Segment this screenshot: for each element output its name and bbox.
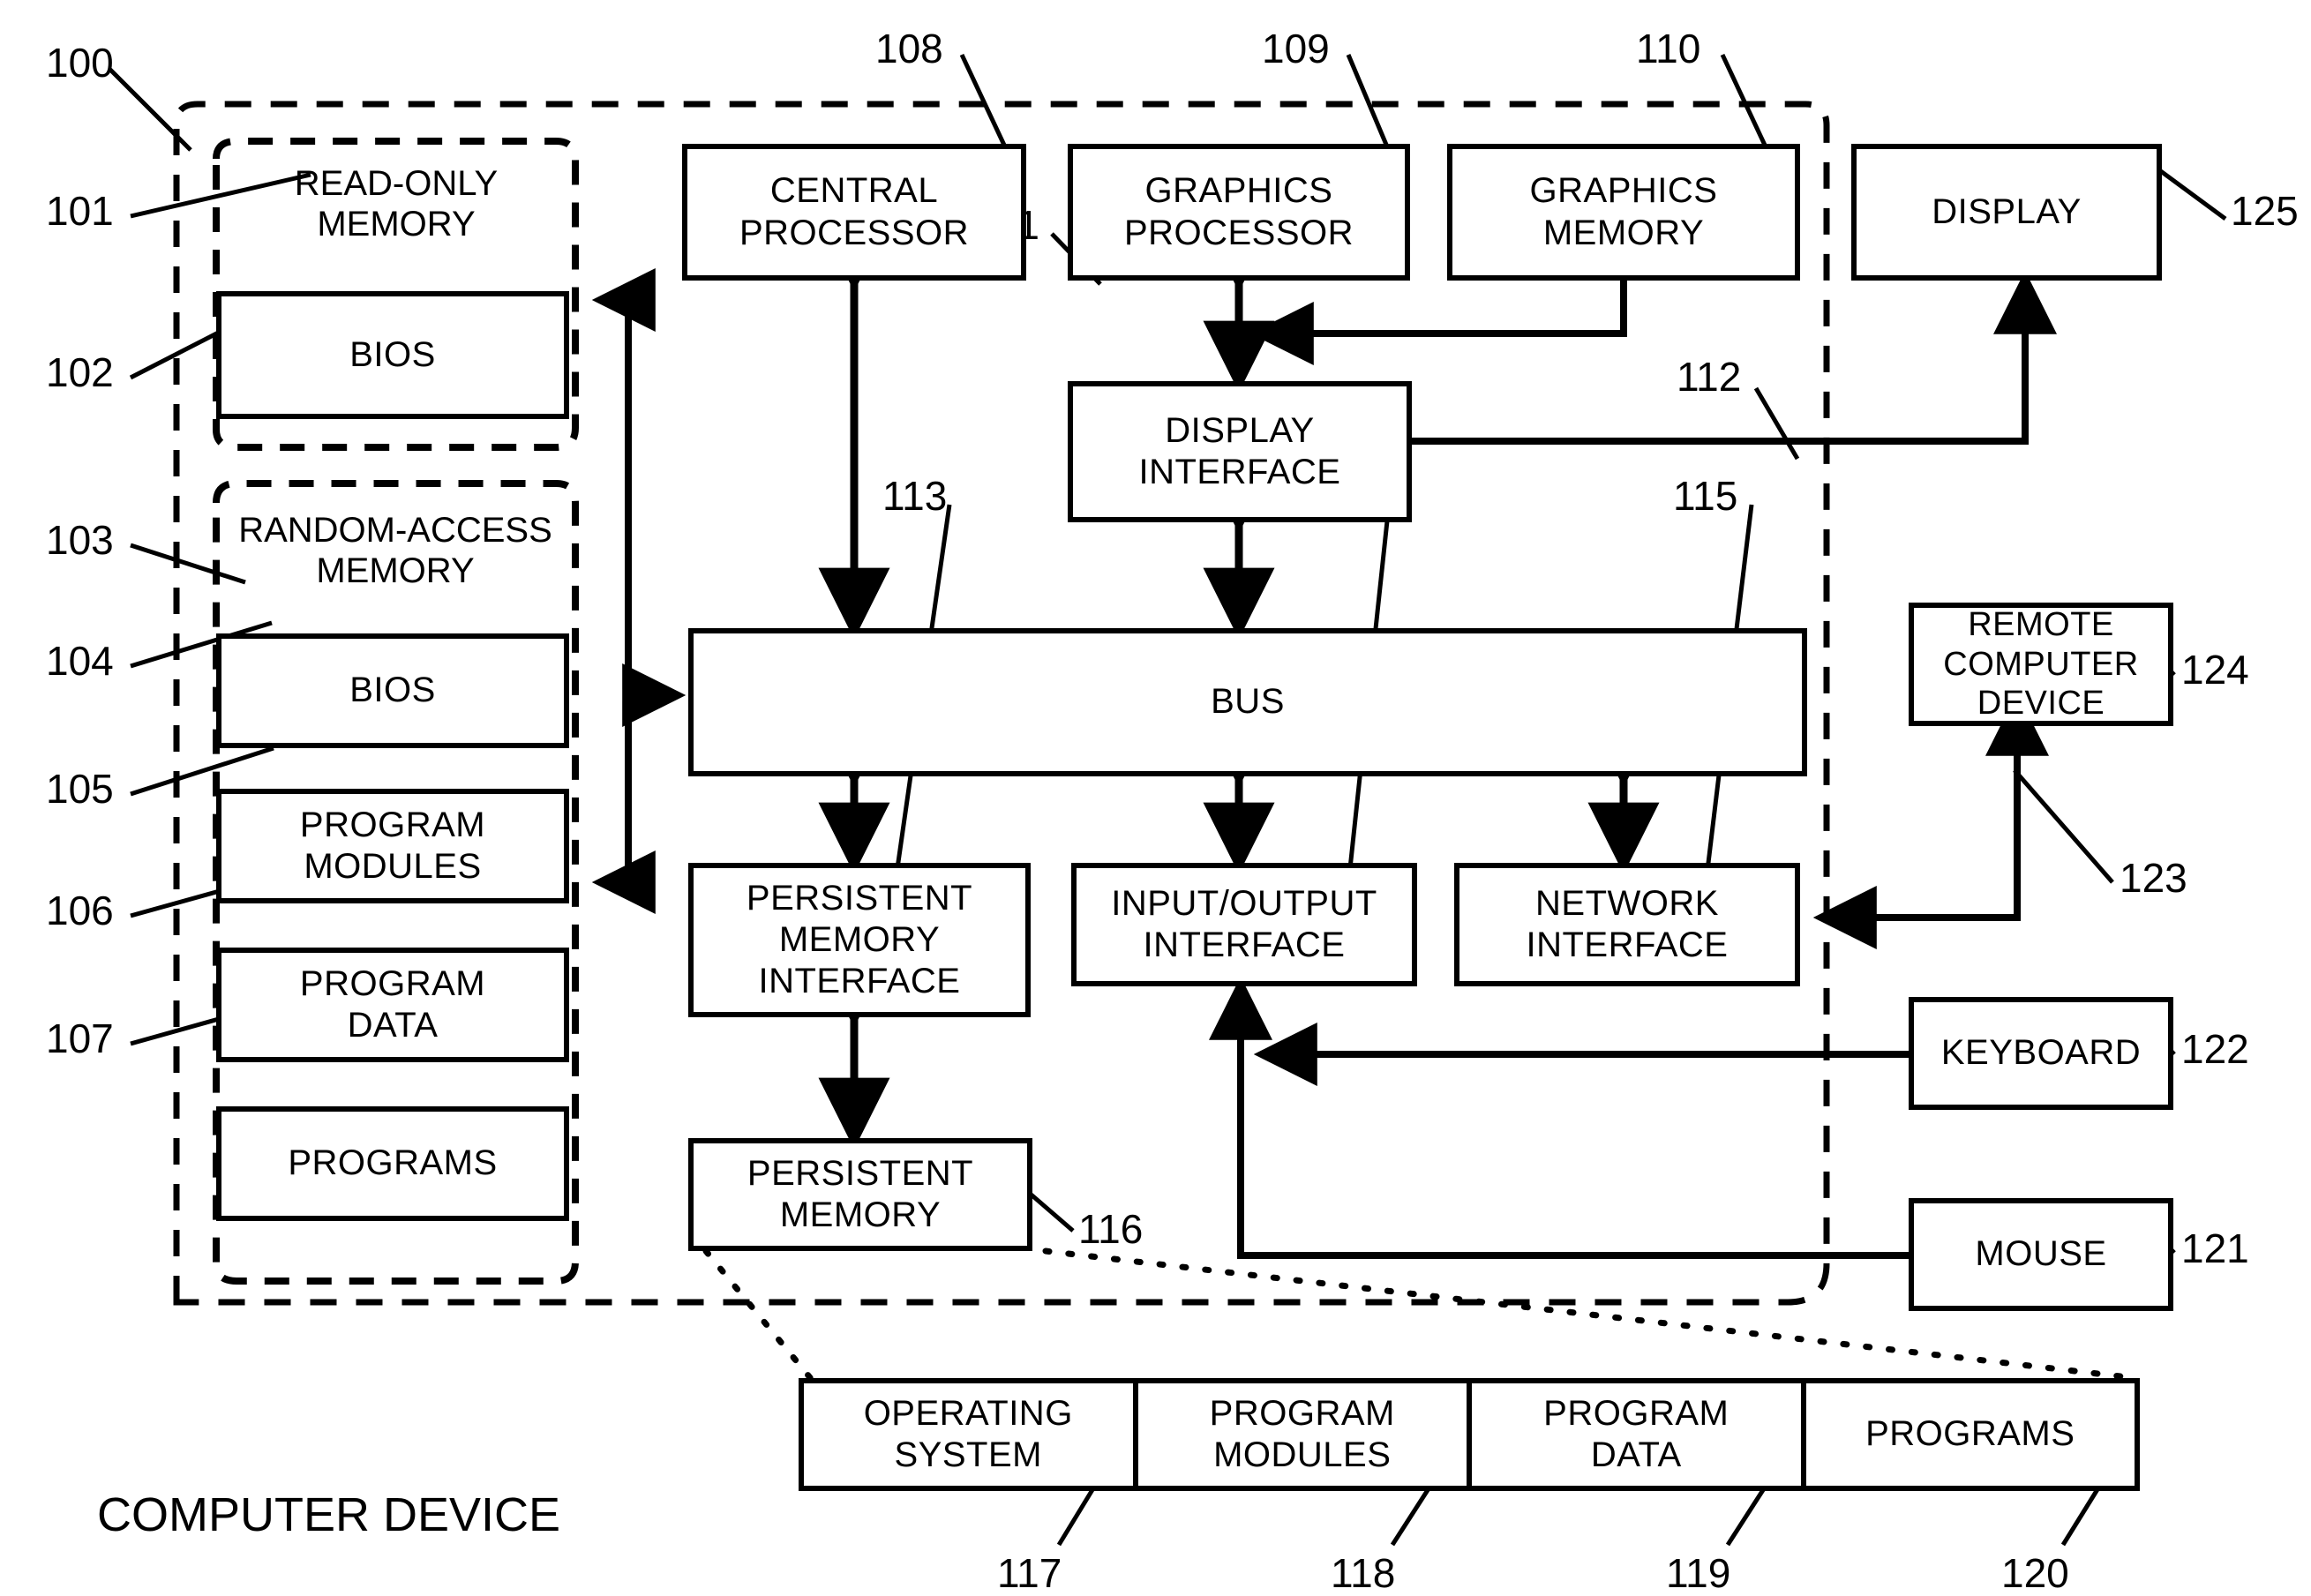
ref-112: 112 xyxy=(1677,354,1742,400)
persistent-memory-interface-label: PERSISTENT MEMORY INTERFACE xyxy=(746,878,973,1001)
program-data-label: PROGRAM DATA xyxy=(1543,1393,1729,1474)
display-label: DISPLAY xyxy=(1932,191,2082,231)
graphics-processor-label: GRAPHICS PROCESSOR xyxy=(1123,171,1354,252)
ref-113: 113 xyxy=(882,473,948,519)
ref-107: 107 xyxy=(46,1015,114,1061)
central-processor-label: CENTRAL PROCESSOR xyxy=(739,171,970,252)
graphics-processor-block: GRAPHICS PROCESSOR xyxy=(1068,144,1410,281)
remote-computer-device-label: REMOTE COMPUTER DEVICE xyxy=(1943,605,2139,723)
rom-bios-label: BIOS xyxy=(349,334,436,374)
leader-105 xyxy=(130,746,274,797)
persistent-memory-label: PERSISTENT MEMORY xyxy=(747,1153,974,1234)
graphics-memory-label: GRAPHICS MEMORY xyxy=(1529,171,1718,252)
ref-110: 110 xyxy=(1636,26,1701,71)
rom-bios-block: BIOS xyxy=(216,291,569,419)
network-interface-block: NETWORK INTERFACE xyxy=(1454,863,1800,986)
wire-graphics-memory-to-gpu xyxy=(1249,281,1627,365)
persistent-memory-contents-strip: OPERATING SYSTEM PROGRAM MODULES PROGRAM… xyxy=(804,1383,2135,1486)
random-access-memory-label: RANDOM-ACCESS MEMORY xyxy=(238,511,552,590)
program-data-cell: PROGRAM DATA xyxy=(1472,1383,1806,1486)
input-output-interface-label: INPUT/OUTPUT INTERFACE xyxy=(1111,883,1377,964)
figure-title: COMPUTER DEVICE xyxy=(97,1488,561,1541)
ref-119: 119 xyxy=(1666,1550,1731,1596)
ram-program-modules-label: PROGRAM MODULES xyxy=(299,805,486,886)
leader-125 xyxy=(2157,167,2227,221)
ram-programs-block: PROGRAMS xyxy=(216,1106,569,1221)
display-interface-label: DISPLAY INTERFACE xyxy=(1138,410,1341,491)
ref-115: 115 xyxy=(1673,473,1738,519)
keyboard-block: KEYBOARD xyxy=(1909,997,2173,1110)
ram-program-data-label: PROGRAM DATA xyxy=(299,963,486,1045)
ref-104: 104 xyxy=(46,638,114,684)
programs-cell: PROGRAMS xyxy=(1805,1383,2135,1486)
ref-120: 120 xyxy=(2001,1550,2069,1596)
mouse-label: MOUSE xyxy=(1975,1234,2107,1274)
bus-block: BUS xyxy=(688,628,1807,776)
ram-programs-label: PROGRAMS xyxy=(288,1143,498,1183)
input-output-interface-block: INPUT/OUTPUT INTERFACE xyxy=(1071,863,1417,986)
read-only-memory-label: READ-ONLY MEMORY xyxy=(294,164,499,244)
persistent-memory-interface-block: PERSISTENT MEMORY INTERFACE xyxy=(688,863,1031,1017)
ram-program-data-block: PROGRAM DATA xyxy=(216,948,569,1062)
program-modules-label: PROGRAM MODULES xyxy=(1209,1393,1395,1474)
programs-label: PROGRAMS xyxy=(1865,1414,2075,1454)
ref-121: 121 xyxy=(2181,1225,2249,1271)
ref-117: 117 xyxy=(997,1550,1062,1596)
ref-100: 100 xyxy=(46,40,114,86)
central-processor-block: CENTRAL PROCESSOR xyxy=(682,144,1026,281)
graphics-memory-block: GRAPHICS MEMORY xyxy=(1447,144,1800,281)
ram-program-modules-block: PROGRAM MODULES xyxy=(216,789,569,903)
wire-mouse-to-io xyxy=(1209,976,1909,1259)
leader-100 xyxy=(108,67,192,152)
remote-computer-device-block: REMOTE COMPUTER DEVICE xyxy=(1909,603,2173,726)
callout-dotted-left xyxy=(702,1248,820,1389)
mouse-block: MOUSE xyxy=(1909,1198,2173,1311)
display-interface-block: DISPLAY INTERFACE xyxy=(1068,381,1412,522)
leader-123 xyxy=(2013,768,2114,884)
ref-122: 122 xyxy=(2181,1026,2249,1072)
leader-112 xyxy=(1753,386,1800,461)
operating-system-cell: OPERATING SYSTEM xyxy=(804,1383,1138,1486)
keyboard-label: KEYBOARD xyxy=(1940,1033,2142,1073)
figure-canvas: 100 101 102 103 104 105 106 107 108 109 … xyxy=(0,0,2311,1596)
program-modules-cell: PROGRAM MODULES xyxy=(1137,1383,1472,1486)
ref-103: 103 xyxy=(46,517,114,563)
ref-101: 101 xyxy=(46,188,114,234)
ram-bios-label: BIOS xyxy=(349,671,436,710)
wire-network-link xyxy=(1812,727,2021,949)
ref-109: 109 xyxy=(1262,26,1330,71)
display-block: DISPLAY xyxy=(1851,144,2162,281)
ref-105: 105 xyxy=(46,766,114,812)
persistent-memory-block: PERSISTENT MEMORY xyxy=(688,1138,1032,1251)
ref-118: 118 xyxy=(1331,1550,1396,1596)
ref-124: 124 xyxy=(2181,647,2249,693)
ram-bios-block: BIOS xyxy=(216,633,569,748)
ref-116: 116 xyxy=(1078,1206,1144,1252)
bus-label: BUS xyxy=(1211,682,1285,722)
ref-125: 125 xyxy=(2231,188,2299,234)
ref-108: 108 xyxy=(875,26,943,71)
ref-102: 102 xyxy=(46,349,114,395)
ref-106: 106 xyxy=(46,888,114,933)
network-interface-label: NETWORK INTERFACE xyxy=(1526,883,1729,964)
operating-system-label: OPERATING SYSTEM xyxy=(863,1393,1073,1474)
ref-123: 123 xyxy=(2120,855,2187,901)
